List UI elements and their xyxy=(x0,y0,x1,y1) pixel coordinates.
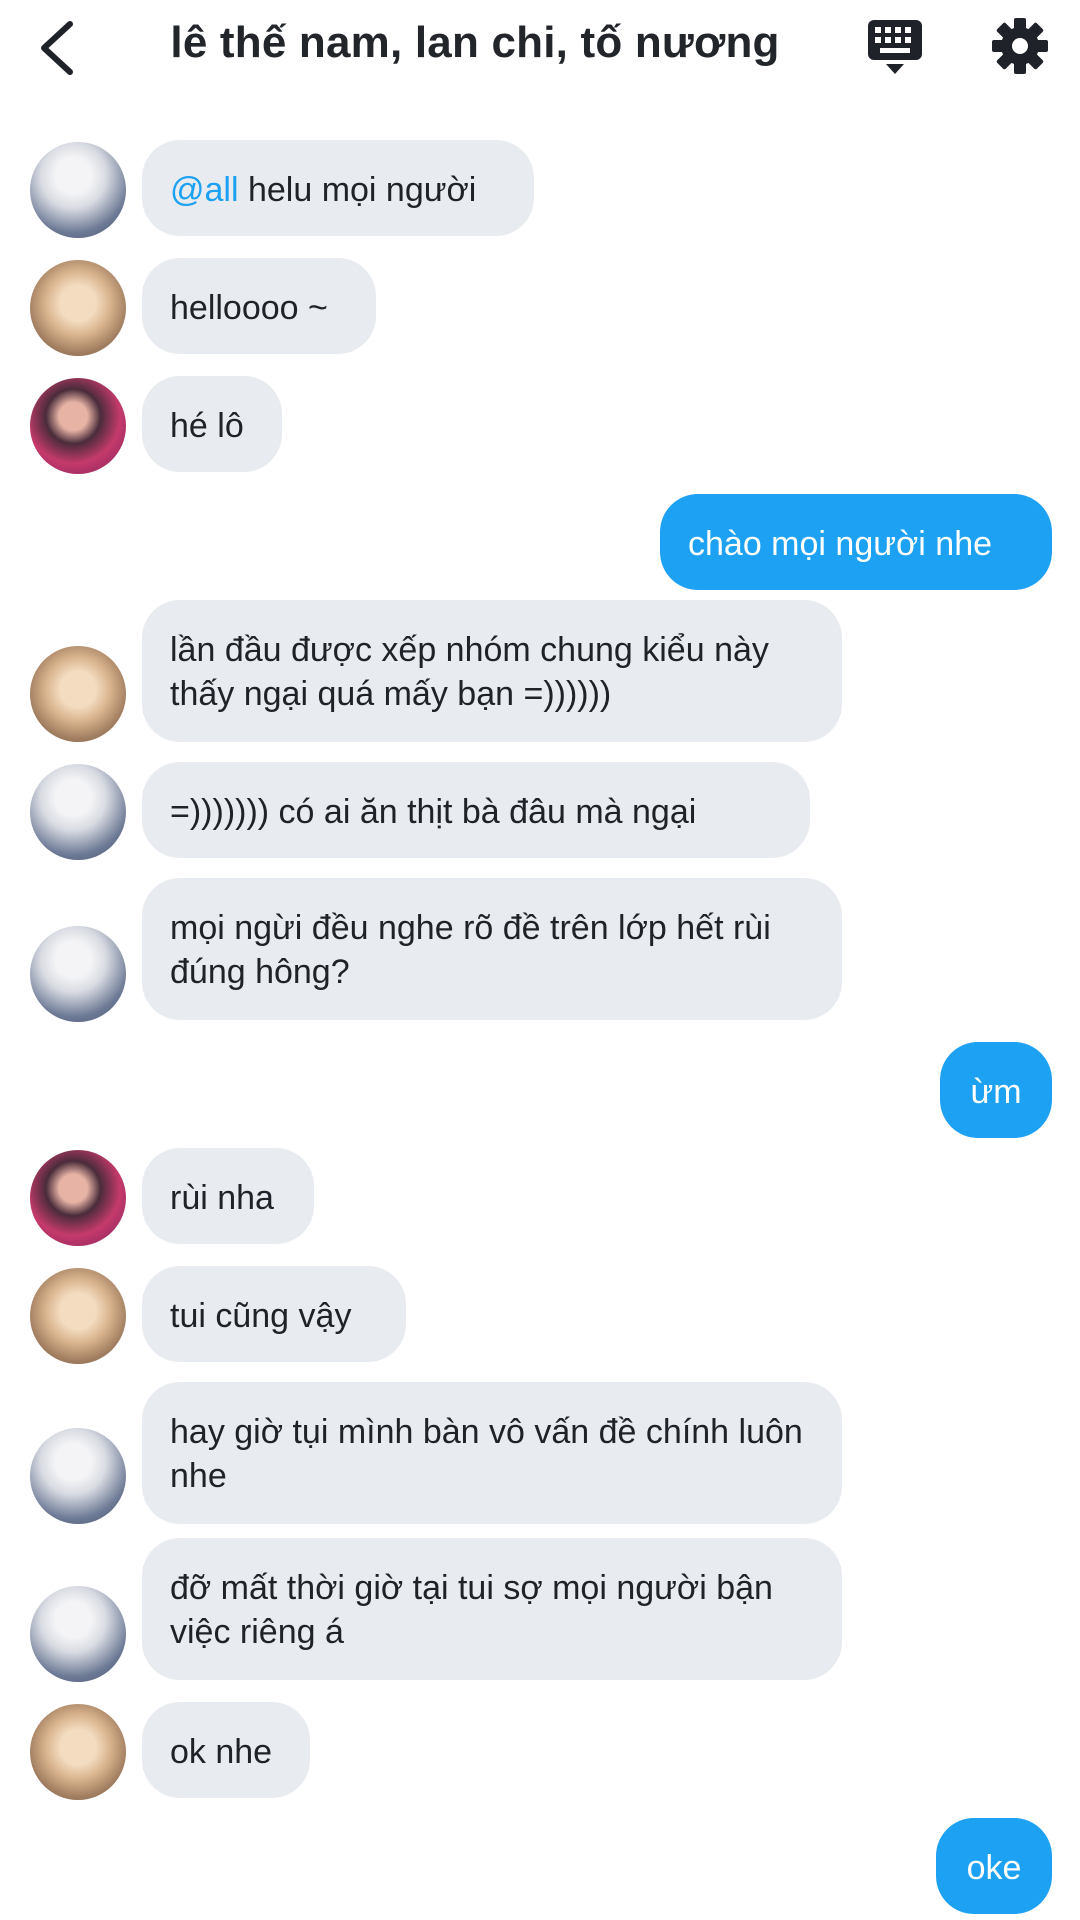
message-text: rùi nha xyxy=(170,1179,274,1217)
message-text: hé lô xyxy=(170,407,244,445)
message-text: helu mọi người xyxy=(238,171,477,209)
message-text: tui cũng vậy xyxy=(170,1297,352,1335)
message-text: oke xyxy=(966,1849,1022,1887)
message-bubble[interactable]: tui cũng vậy xyxy=(142,1266,406,1362)
avatar[interactable] xyxy=(30,1428,126,1524)
message-bubble[interactable]: ok nhe xyxy=(142,1702,310,1798)
avatar[interactable] xyxy=(30,764,126,860)
message-text: helloooo ~ xyxy=(170,289,328,327)
message-text: ừm xyxy=(970,1073,1022,1111)
message-text: ok nhe xyxy=(170,1733,273,1771)
avatar[interactable] xyxy=(30,1586,126,1682)
mention-link[interactable]: @all xyxy=(170,171,239,209)
message-bubble[interactable]: helloooo ~ xyxy=(142,258,376,354)
avatar[interactable] xyxy=(30,1268,126,1364)
avatar[interactable] xyxy=(30,260,126,356)
message-bubble[interactable]: rùi nha xyxy=(142,1148,314,1244)
message-text: đỡ mất thời giờ tại tui sợ mọi người bận… xyxy=(170,1569,773,1651)
message-bubble[interactable]: =))))))) có ai ăn thịt bà đâu mà ngại xyxy=(142,762,810,858)
message-bubble-outgoing[interactable]: chào mọi người nhe xyxy=(660,494,1052,590)
avatar[interactable] xyxy=(30,378,126,474)
message-text: mọi ngừi đều nghe rõ đề trên lớp hết rùi… xyxy=(170,909,771,991)
message-text: chào mọi người nhe xyxy=(688,525,993,563)
message-text: =))))))) có ai ăn thịt bà đâu mà ngại xyxy=(170,793,697,831)
message-bubble[interactable]: lần đầu được xếp nhóm chung kiểu này thấ… xyxy=(142,600,842,742)
message-text: hay giờ tụi mình bàn vô vấn đề chính luô… xyxy=(170,1413,803,1495)
message-list[interactable]: @all helu mọi người helloooo ~ hé lô chà… xyxy=(0,0,1080,1920)
message-bubble-outgoing[interactable]: ừm xyxy=(940,1042,1052,1138)
message-bubble[interactable]: hé lô xyxy=(142,376,282,472)
avatar[interactable] xyxy=(30,1150,126,1246)
message-bubble[interactable]: mọi ngừi đều nghe rõ đề trên lớp hết rùi… xyxy=(142,878,842,1020)
message-bubble[interactable]: đỡ mất thời giờ tại tui sợ mọi người bận… xyxy=(142,1538,842,1680)
avatar[interactable] xyxy=(30,1704,126,1800)
message-bubble[interactable]: @all helu mọi người xyxy=(142,140,534,236)
message-bubble[interactable]: hay giờ tụi mình bàn vô vấn đề chính luô… xyxy=(142,1382,842,1524)
avatar[interactable] xyxy=(30,142,126,238)
message-text: lần đầu được xếp nhóm chung kiểu này thấ… xyxy=(170,631,769,713)
avatar[interactable] xyxy=(30,646,126,742)
message-bubble-outgoing[interactable]: oke xyxy=(936,1818,1052,1914)
avatar[interactable] xyxy=(30,926,126,1022)
